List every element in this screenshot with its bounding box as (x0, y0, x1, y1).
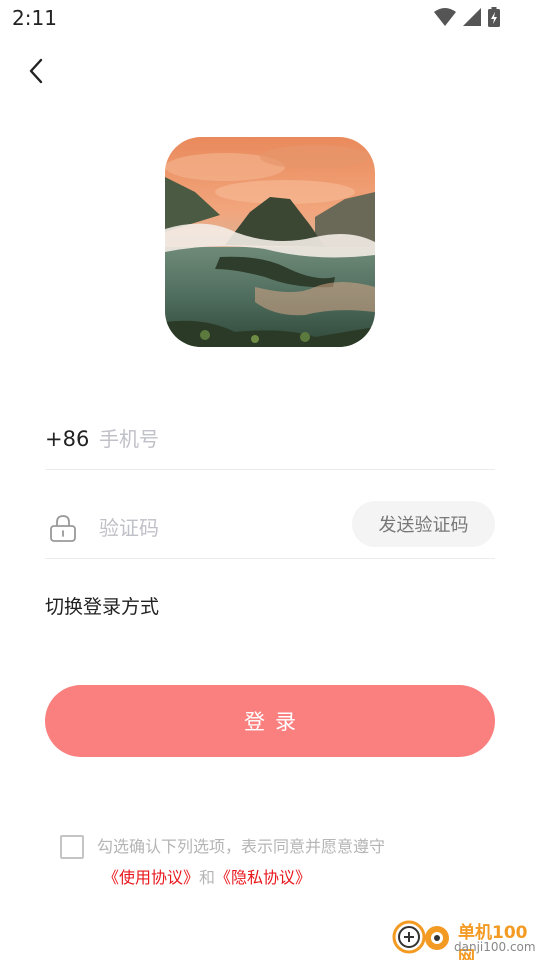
lock-icon (50, 515, 76, 542)
watermark-logo-icon (392, 920, 426, 954)
privacy-policy-link[interactable]: 《隐私协议》 (215, 868, 311, 887)
battery-icon (488, 7, 500, 27)
status-time: 2:11 (12, 6, 57, 30)
verification-code-row: 发送验证码 (45, 498, 495, 559)
back-button[interactable] (22, 55, 50, 87)
login-button[interactable]: 登录 (45, 685, 495, 757)
agreement-text: 勾选确认下列选项，表示同意并愿意遵守 (97, 837, 386, 856)
phone-input[interactable] (99, 419, 479, 459)
verification-code-input[interactable] (99, 508, 339, 548)
chevron-left-icon (29, 58, 43, 84)
watermark-eye-icon (425, 926, 449, 950)
send-code-button[interactable]: 发送验证码 (352, 501, 495, 547)
agreement-conjunction: 和 (199, 868, 216, 887)
wifi-icon (434, 8, 456, 26)
switch-login-method-link[interactable]: 切换登录方式 (45, 592, 159, 619)
user-agreement-link[interactable]: 《使用协议》 (103, 868, 199, 887)
cell-signal-icon (463, 8, 481, 26)
country-code[interactable]: +86 (45, 427, 99, 451)
watermark: 单机100网 danji100.com (392, 918, 540, 960)
agreement-checkbox[interactable] (60, 835, 84, 859)
watermark-url: danji100.com (454, 940, 536, 954)
agreement-links: 《使用协议》和《隐私协议》 (103, 864, 311, 888)
phone-row: +86 (45, 409, 495, 470)
status-bar: 2:11 (0, 0, 540, 36)
app-logo (165, 137, 375, 347)
status-icons (434, 7, 500, 27)
